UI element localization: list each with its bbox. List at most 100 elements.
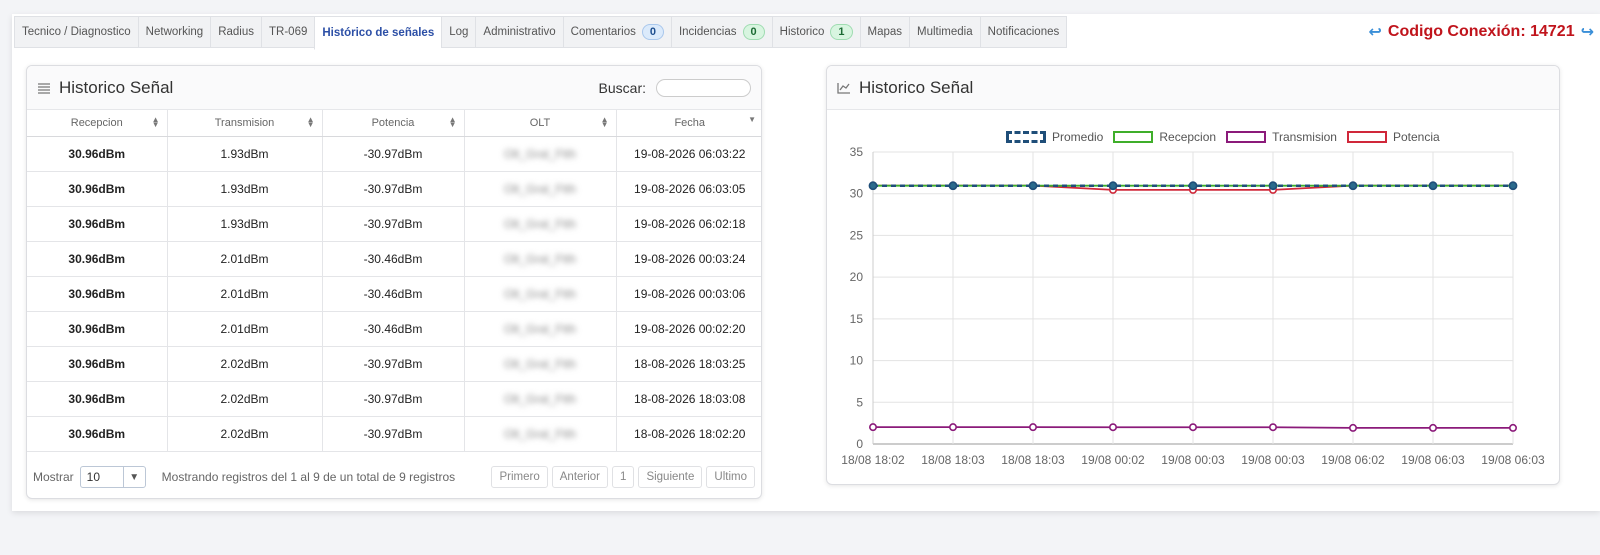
legend-swatch [1006, 131, 1046, 143]
pager-button[interactable]: Primero [491, 466, 548, 488]
forward-arrow-icon[interactable]: ↪ [1581, 22, 1594, 42]
tab-2[interactable]: Radius [210, 16, 262, 48]
table-cell: Olt_Gral_Ftth [464, 206, 617, 242]
table-cell: 18-08-2026 18:03:08 [616, 381, 761, 417]
pager-button[interactable]: Siguiente [638, 466, 703, 488]
table-cell: 18-08-2026 18:02:20 [616, 416, 761, 452]
pagination: Primero Anterior 1 Siguiente Ultimo [491, 466, 755, 488]
table-cell: 19-08-2026 00:02:20 [616, 311, 761, 347]
tab-10[interactable]: Mapas [859, 16, 910, 48]
legend-item[interactable]: Transmision [1226, 130, 1337, 144]
legend-item[interactable]: Recepcion [1113, 130, 1216, 144]
page-size-select[interactable]: 10 ▼ [79, 466, 146, 488]
column-header[interactable]: Recepcion ▲ ▼ [27, 110, 168, 137]
table-cell: 1.93dBm [167, 206, 323, 242]
table-row: 30.96dBm 2.02dBm -30.97dBm Olt_Gral_Ftth 18-… [27, 416, 761, 452]
tab-6[interactable]: Administrativo [475, 16, 563, 48]
table-cell: 19-08-2026 00:03:06 [616, 276, 761, 312]
table-cell: -30.46dBm [322, 241, 465, 277]
table-cell: 30.96dBm [27, 241, 168, 277]
tab-count-badge: 1 [830, 24, 853, 40]
tab-7[interactable]: Comentarios 0 [562, 16, 671, 48]
olt-value: Olt_Gral_Ftth [503, 356, 577, 371]
table-cell: -30.97dBm [322, 171, 465, 207]
tab-label: Notificaciones [987, 26, 1060, 38]
table-cell: 30.96dBm [27, 346, 168, 382]
column-header[interactable]: Fecha ▼ [616, 110, 761, 137]
table-row: 30.96dBm 1.93dBm -30.97dBm Olt_Gral_Ftth 19-… [27, 136, 761, 172]
tab-1[interactable]: Networking [137, 16, 211, 48]
tab-label: TR-069 [269, 26, 308, 38]
sort-desc-icon: ▼ [748, 115, 756, 124]
search-input[interactable] [656, 78, 751, 97]
table-cell: -30.97dBm [322, 346, 465, 382]
tab-9[interactable]: Historico 1 [771, 16, 860, 48]
table-cell: 30.96dBm [27, 311, 168, 347]
table-cell: 30.96dBm [27, 381, 168, 417]
signal-table: Recepcion ▲ ▼ Transmision ▲ ▼ Potencia ▲ ▼ OLT ▲ ▼ F… [27, 110, 761, 452]
signal-table-card: Historico Señal Buscar: Recepcion ▲ ▼ Trans… [26, 65, 762, 499]
tab-11[interactable]: Multimedia [909, 16, 980, 48]
olt-value: Olt_Gral_Ftth [503, 426, 577, 441]
column-header[interactable]: OLT ▲ ▼ [464, 110, 617, 137]
legend-item[interactable]: Potencia [1346, 130, 1440, 144]
tab-count-badge: 0 [742, 24, 765, 40]
pager-button[interactable]: 1 [612, 466, 635, 488]
tab-label: Tecnico / Diagnostico [22, 26, 131, 38]
legend-swatch [1113, 131, 1154, 143]
table-footer: Mostrar 10 ▼ Mostrando registros del 1 a… [27, 456, 761, 498]
table-row: 30.96dBm 2.02dBm -30.97dBm Olt_Gral_Ftth 18-… [27, 381, 761, 417]
table-row: 30.96dBm 2.02dBm -30.97dBm Olt_Gral_Ftth 18-… [27, 346, 761, 382]
sort-icon: ▲ ▼ [600, 115, 609, 129]
tab-label: Histórico de señales [322, 27, 435, 39]
tab-label: Radius [218, 26, 255, 38]
tab-4[interactable]: Histórico de señales [314, 16, 442, 50]
back-arrow-icon[interactable]: ↩ [1368, 22, 1381, 42]
list-icon [38, 82, 50, 94]
search-label: Buscar: [598, 79, 646, 96]
table-cell: 18-08-2026 18:03:25 [616, 346, 761, 382]
table-cell: 30.96dBm [27, 276, 168, 312]
table-card-header: Historico Señal Buscar: [27, 66, 761, 110]
table-cell: Olt_Gral_Ftth [464, 381, 617, 417]
table-cell: 2.02dBm [167, 346, 323, 382]
table-cell: 30.96dBm [27, 416, 168, 452]
olt-value: Olt_Gral_Ftth [503, 286, 577, 301]
chart-card-title: Historico Señal [859, 77, 974, 97]
legend-swatch [1346, 131, 1387, 143]
pager-button[interactable]: Anterior [551, 466, 609, 488]
table-cell: Olt_Gral_Ftth [464, 416, 617, 452]
tab-8[interactable]: Incidencias 0 [670, 16, 772, 48]
table-cell: -30.46dBm [322, 311, 465, 347]
table-cell: Olt_Gral_Ftth [464, 171, 617, 207]
sort-icon: ▲ ▼ [448, 115, 457, 129]
column-header-label: Potencia [371, 116, 415, 129]
tab-label: Mapas [867, 26, 903, 38]
column-header-label: Transmision [214, 116, 275, 129]
column-header[interactable]: Potencia ▲ ▼ [322, 110, 465, 137]
tab-5[interactable]: Log [441, 16, 476, 48]
pager-button[interactable]: Ultimo [706, 466, 755, 488]
table-card-title: Historico Señal [59, 77, 174, 97]
tab-label: Administrativo [483, 26, 556, 38]
legend-label: Promedio [1052, 130, 1104, 144]
table-cell: 30.96dBm [27, 136, 168, 172]
column-header[interactable]: Transmision ▲ ▼ [167, 110, 323, 137]
table-cell: 2.01dBm [167, 276, 323, 312]
table-cell: 2.02dBm [167, 416, 323, 452]
legend-label: Transmision [1272, 130, 1337, 144]
page-size-value: 10 [86, 470, 101, 484]
olt-value: Olt_Gral_Ftth [503, 321, 577, 336]
table-cell: Olt_Gral_Ftth [464, 311, 617, 347]
table-cell: 30.96dBm [27, 171, 168, 207]
tab-3[interactable]: TR-069 [261, 16, 315, 48]
table-cell: 2.01dBm [167, 241, 323, 277]
table-row: 30.96dBm 1.93dBm -30.97dBm Olt_Gral_Ftth 19-… [27, 171, 761, 207]
table-cell: 1.93dBm [167, 171, 323, 207]
tab-count-badge: 0 [641, 24, 664, 40]
legend-label: Potencia [1392, 130, 1440, 144]
legend-item[interactable]: Promedio [1006, 130, 1103, 144]
table-cell: 19-08-2026 06:03:05 [616, 171, 761, 207]
tab-12[interactable]: Notificaciones [979, 16, 1068, 48]
tab-0[interactable]: Tecnico / Diagnostico [14, 16, 138, 48]
